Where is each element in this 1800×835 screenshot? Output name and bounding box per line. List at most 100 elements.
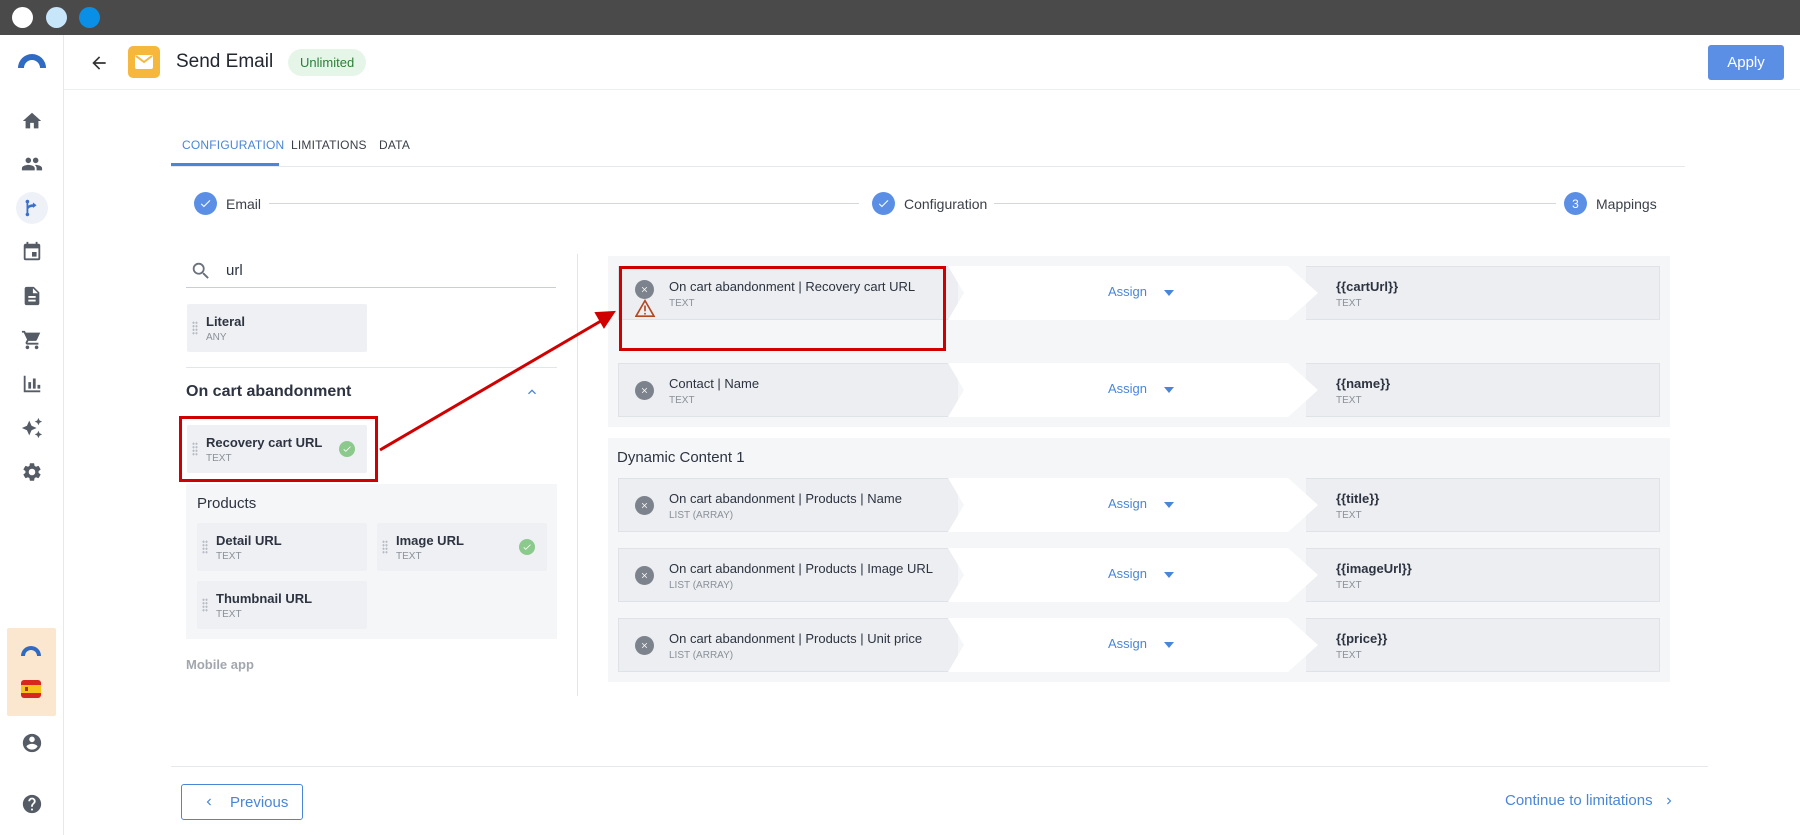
status-badge: Unlimited [288,49,367,76]
assign-dropdown[interactable]: Assign [1108,381,1147,396]
drag-handle-icon[interactable] [382,540,388,554]
mapping-target[interactable]: {{price}} TEXT [1306,618,1660,672]
mapping-source[interactable]: On cart abandonment | Products | Unit pr… [618,618,958,672]
field-chip-image-url[interactable]: Image URL TEXT [377,523,547,571]
cart-icon[interactable] [16,324,48,356]
close-window-button[interactable] [12,7,33,28]
dynamic-content-title: Dynamic Content 1 [617,449,745,466]
mapping-target[interactable]: {{title}} TEXT [1306,478,1660,532]
section-title-mobile-app[interactable]: Mobile app [186,657,254,672]
chevron-down-icon[interactable] [1164,502,1174,508]
field-name: Thumbnail URL [216,591,313,606]
mapping-row: {{imageUrl}} TEXT On cart abandonment | … [618,548,1660,602]
mapping-target[interactable]: {{imageUrl}} TEXT [1306,548,1660,602]
field-search [186,256,556,288]
tab-limitations[interactable]: LIMITATIONS [291,138,367,152]
chevron-down-icon[interactable] [1164,290,1174,296]
mapping-action: Assign [948,266,1318,320]
mapping-action: Assign [948,548,1318,602]
search-input[interactable] [226,262,546,279]
section-title[interactable]: On cart abandonment [186,383,351,401]
calendar-icon[interactable] [16,236,48,268]
step-configuration-done-icon[interactable] [872,192,895,215]
footer-divider [171,766,1708,767]
flow-icon[interactable] [16,192,48,224]
help-icon[interactable] [16,788,48,820]
chevron-right-icon[interactable] [1662,794,1676,808]
source-name: On cart abandonment | Products | Unit pr… [669,631,923,646]
target-type: TEXT [1336,395,1362,406]
assign-dropdown[interactable]: Assign [1108,566,1147,581]
remove-icon[interactable] [635,566,654,585]
sidebar [0,35,64,835]
target-type: TEXT [1336,650,1362,661]
field-chip-thumbnail-url[interactable]: Thumbnail URL TEXT [197,581,367,629]
page-header: Send Email Unlimited Apply [64,35,1800,90]
step-mappings-number[interactable]: 3 [1564,192,1587,215]
arrow-left-icon [92,56,106,70]
tab-bar: CONFIGURATION LIMITATIONS DATA [171,130,1685,167]
sparkle-icon[interactable] [16,412,48,444]
field-chip-literal[interactable]: Literal ANY [187,304,367,352]
tab-configuration[interactable]: CONFIGURATION [182,138,284,152]
mapping-source[interactable]: On cart abandonment | Products | Image U… [618,548,958,602]
assign-dropdown[interactable]: Assign [1108,496,1147,511]
chevron-down-icon[interactable] [1164,642,1174,648]
chevron-down-icon[interactable] [1164,572,1174,578]
mapping-target[interactable]: {{cartUrl}} TEXT [1306,266,1660,320]
field-type: TEXT [396,551,422,562]
tab-data[interactable]: DATA [379,138,410,152]
profile-icon[interactable] [16,727,48,759]
target-name: {{name}} [1336,376,1391,391]
field-name: Detail URL [216,533,282,548]
promo-panel[interactable] [7,628,56,716]
target-name: {{title}} [1336,491,1380,506]
mapping-source[interactable]: Contact | Name TEXT [618,363,958,417]
assign-dropdown[interactable]: Assign [1108,636,1147,651]
page-title: Send Email [176,51,274,72]
mapped-check-icon [519,539,535,555]
chart-icon[interactable] [16,368,48,400]
step-configuration-label[interactable]: Configuration [904,196,987,212]
remove-icon[interactable] [635,496,654,515]
source-type: LIST (ARRAY) [669,580,734,591]
drag-handle-icon[interactable] [192,321,198,335]
step-email-done-icon[interactable] [194,192,217,215]
envelope-icon [135,55,153,69]
maximize-window-button[interactable] [79,7,100,28]
products-title: Products [197,495,257,512]
minimize-window-button[interactable] [46,7,67,28]
back-button[interactable] [84,48,114,78]
field-type: ANY [206,332,227,343]
previous-label: Previous [230,794,289,811]
target-type: TEXT [1336,298,1362,309]
apply-button[interactable]: Apply [1708,45,1784,80]
step-email-label[interactable]: Email [226,196,261,212]
source-name: Contact | Name [669,376,760,391]
source-type: LIST (ARRAY) [669,510,734,521]
remove-icon[interactable] [635,381,654,400]
mapping-row: {{price}} TEXT On cart abandonment | Pro… [618,618,1660,672]
mapping-source[interactable]: On cart abandonment | Products | Name LI… [618,478,958,532]
home-icon[interactable] [16,105,48,137]
remove-icon[interactable] [635,636,654,655]
field-chip-detail-url[interactable]: Detail URL TEXT [197,523,367,571]
chevron-up-icon[interactable] [524,384,540,400]
gear-icon[interactable] [16,456,48,488]
email-app-icon [128,46,160,78]
assign-dropdown[interactable]: Assign [1108,284,1147,299]
highlight-box-field [179,416,378,482]
users-icon[interactable] [16,148,48,180]
continue-link[interactable]: Continue to limitations [1505,792,1653,809]
drag-handle-icon[interactable] [202,540,208,554]
chevron-down-icon[interactable] [1164,387,1174,393]
mapping-target[interactable]: {{name}} TEXT [1306,363,1660,417]
target-type: TEXT [1336,510,1362,521]
step-connector [994,203,1556,204]
step-mappings-label[interactable]: Mappings [1596,196,1657,212]
document-icon[interactable] [16,280,48,312]
drag-handle-icon[interactable] [202,598,208,612]
previous-button[interactable]: Previous [181,784,303,820]
source-type: TEXT [669,395,695,406]
brand-logo[interactable] [16,50,48,70]
